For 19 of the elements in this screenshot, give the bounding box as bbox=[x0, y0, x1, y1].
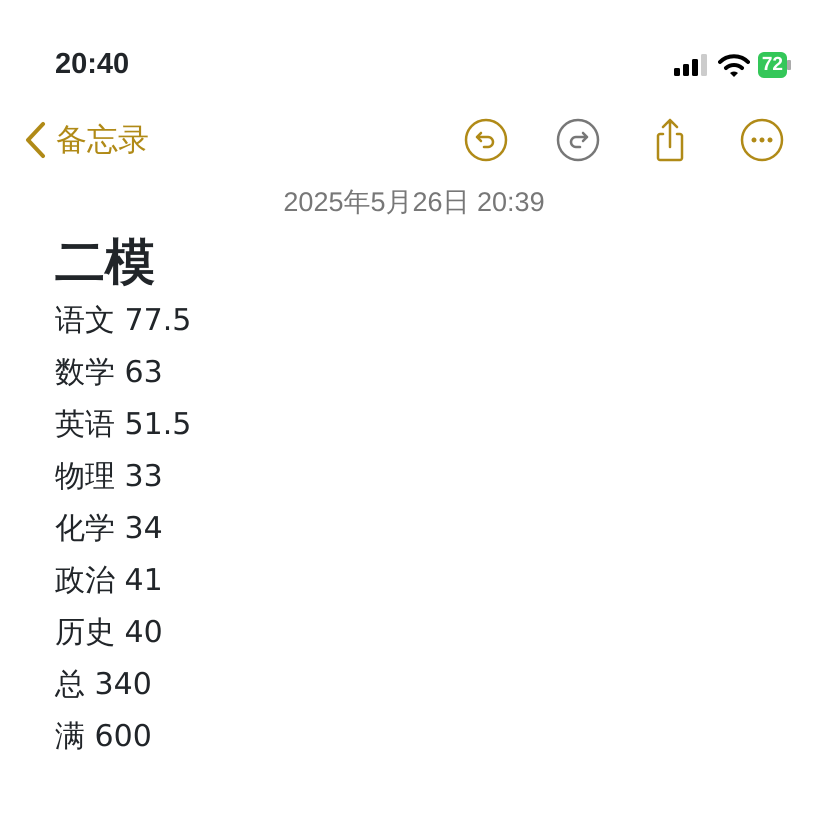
undo-button[interactable] bbox=[464, 118, 508, 162]
back-chevron-icon bbox=[24, 121, 46, 159]
back-label: 备忘录 bbox=[56, 120, 149, 160]
note-line: 总 340 bbox=[54, 666, 153, 704]
signal-icon bbox=[674, 54, 710, 76]
note-line: 化学 34 bbox=[54, 510, 164, 548]
note-line: 语文 77.5 bbox=[54, 302, 192, 340]
status-time: 20:40 bbox=[55, 47, 130, 82]
note-line: 物理 33 bbox=[54, 458, 164, 496]
note-line: 数学 63 bbox=[54, 354, 164, 392]
wifi-icon bbox=[718, 53, 750, 77]
note-title: 二模 bbox=[54, 232, 156, 292]
note-line: 政治 41 bbox=[54, 562, 164, 600]
note-line: 满 600 bbox=[54, 718, 153, 756]
note-line: 历史 40 bbox=[54, 614, 164, 652]
note-date: 2025年5月26日 20:39 bbox=[282, 186, 546, 219]
note-line: 英语 51.5 bbox=[54, 406, 192, 444]
more-button[interactable] bbox=[740, 118, 784, 162]
back-button[interactable]: 备忘录 bbox=[24, 116, 149, 164]
